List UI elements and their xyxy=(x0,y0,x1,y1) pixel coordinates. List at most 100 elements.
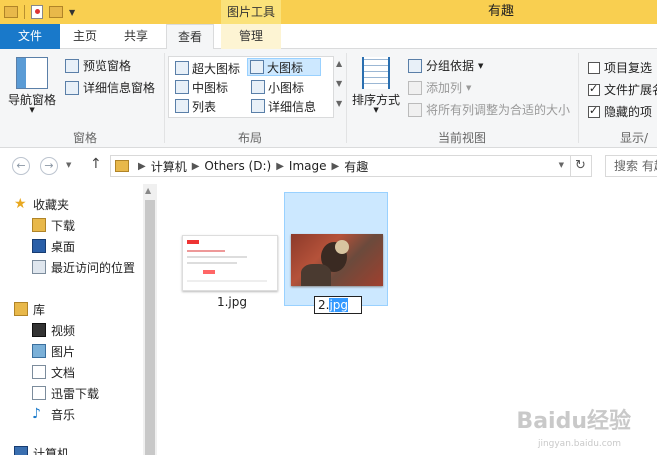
chevron-down-icon: ▼ xyxy=(478,61,484,70)
desktop-icon xyxy=(32,239,46,253)
search-input[interactable]: 搜索 有趣 xyxy=(605,155,657,177)
chevron-down-icon: ▼ xyxy=(373,106,379,114)
computer-icon xyxy=(14,446,28,455)
nav-documents[interactable]: 文档 xyxy=(32,362,75,382)
layout-more-icon[interactable]: ▼ xyxy=(336,99,342,108)
fit-columns-label: 将所有列调整为合适的大小 xyxy=(426,103,571,117)
nav-videos-label: 视频 xyxy=(51,323,76,338)
file-item[interactable]: 1.jpg xyxy=(180,192,284,309)
sort-by-button[interactable]: 排序方式 ▼ xyxy=(352,57,400,114)
nav-downloads[interactable]: 下载 xyxy=(32,215,75,235)
new-folder-icon[interactable] xyxy=(49,6,63,18)
breadcrumb-computer[interactable]: 计算机 xyxy=(151,158,187,175)
scroll-up-icon[interactable]: ▲ xyxy=(145,186,151,195)
layout-large-label: 大图标 xyxy=(267,60,304,75)
tab-view[interactable]: 查看 xyxy=(166,24,214,50)
tab-manage[interactable]: 管理 xyxy=(221,24,281,49)
file-extensions-toggle[interactable]: 文件扩展名 xyxy=(588,81,657,98)
nav-videos[interactable]: 视频 xyxy=(32,320,75,340)
video-icon xyxy=(32,323,46,337)
hidden-items-toggle[interactable]: 隐藏的项 xyxy=(588,103,652,120)
layout-gallery: 超大图标 大图标 中图标 小图标 列表 详细信息 xyxy=(168,56,334,118)
baidu-watermark: Baidu经验 xyxy=(516,409,631,434)
qat-divider xyxy=(24,5,25,19)
nav-pane-button[interactable]: 导航窗格 ▼ xyxy=(8,57,56,114)
file-thumbnail xyxy=(291,234,383,286)
breadcrumb-separator-icon[interactable]: ▶ xyxy=(133,161,151,172)
address-bar[interactable]: ▶ 计算机 ▶ Others (D:) ▶ Image ▶ 有趣 ▼ xyxy=(110,155,571,177)
nav-pane-scroll-thumb[interactable] xyxy=(145,200,155,455)
details-icon xyxy=(251,99,265,113)
add-column-button[interactable]: 添加列 ▼ xyxy=(408,79,471,96)
details-pane-button[interactable]: 详细信息窗格 xyxy=(65,79,155,96)
recent-locations-icon[interactable]: ▼ xyxy=(66,161,71,169)
layout-details[interactable]: 详细信息 xyxy=(249,97,318,115)
breadcrumb-image[interactable]: Image xyxy=(289,159,327,173)
properties-icon[interactable] xyxy=(31,5,43,19)
large-icons-icon xyxy=(250,60,264,74)
forward-arrow-icon[interactable]: → xyxy=(40,157,58,175)
nav-desktop[interactable]: 桌面 xyxy=(32,236,75,256)
refresh-icon[interactable]: ↻ xyxy=(570,155,592,177)
add-column-label: 添加列 xyxy=(426,81,463,95)
details-pane-label: 详细信息窗格 xyxy=(83,81,156,95)
layout-small-icons[interactable]: 小图标 xyxy=(249,78,306,96)
layout-details-label: 详细信息 xyxy=(268,99,317,114)
nav-libraries[interactable]: 库 xyxy=(14,299,45,319)
qat-dropdown-icon[interactable]: ▼ xyxy=(69,8,75,17)
file-name[interactable]: 1.jpg xyxy=(180,295,284,309)
nav-music-label: 音乐 xyxy=(51,407,76,422)
layout-list[interactable]: 列表 xyxy=(173,97,218,115)
layout-extra-large-icons[interactable]: 超大图标 xyxy=(173,59,242,77)
layout-medium-icons[interactable]: 中图标 xyxy=(173,78,230,96)
nav-computer[interactable]: 计算机 xyxy=(14,443,69,455)
file-extensions-checkbox[interactable] xyxy=(588,82,600,96)
navigation-bar: ← → ▼ ↑ ▶ 计算机 ▶ Others (D:) ▶ Image ▶ 有趣… xyxy=(0,148,657,184)
nav-computer-label: 计算机 xyxy=(33,446,70,455)
item-checkboxes-toggle[interactable]: 项目复选 xyxy=(588,59,652,76)
breadcrumb-separator-icon[interactable]: ▶ xyxy=(271,161,289,172)
nav-favorites[interactable]: ★ 收藏夹 xyxy=(14,194,69,214)
layout-scroll-up-icon[interactable]: ▲ xyxy=(336,59,342,68)
folder-icon xyxy=(115,160,129,172)
fit-columns-button[interactable]: 将所有列调整为合适的大小 xyxy=(408,101,570,118)
layout-large-icons[interactable]: 大图标 xyxy=(247,58,321,76)
nav-pane-scrollbar[interactable]: ▲ xyxy=(143,184,157,455)
preview-pane-button[interactable]: 预览窗格 xyxy=(65,57,131,74)
folder-icon xyxy=(4,6,18,18)
breadcrumb-current[interactable]: 有趣 xyxy=(344,158,368,175)
tab-file[interactable]: 文件 xyxy=(0,24,60,49)
nav-pictures[interactable]: 图片 xyxy=(32,341,75,361)
breadcrumb-drive-d[interactable]: Others (D:) xyxy=(204,159,271,173)
nav-desktop-label: 桌面 xyxy=(51,239,76,254)
rename-input[interactable]: 2.jpg xyxy=(314,296,362,314)
nav-favorites-label: 收藏夹 xyxy=(33,197,70,212)
ribbon: 导航窗格 ▼ 预览窗格 详细信息窗格 窗格 超大图标 大图标 中图标 小图标 列… xyxy=(0,49,657,148)
item-checkboxes-checkbox[interactable] xyxy=(588,61,600,74)
group-label-layout: 布局 xyxy=(237,131,262,145)
tab-home[interactable]: 主页 xyxy=(62,24,108,49)
tab-share[interactable]: 共享 xyxy=(112,24,160,49)
breadcrumb-separator-icon[interactable]: ▶ xyxy=(187,161,205,172)
baidu-watermark-url: jingyan.baidu.com xyxy=(537,439,621,449)
layout-extra-large-label: 超大图标 xyxy=(192,61,241,76)
hidden-items-checkbox[interactable] xyxy=(588,104,600,118)
nav-documents-label: 文档 xyxy=(51,365,76,380)
layout-scroll-down-icon[interactable]: ▼ xyxy=(336,79,342,88)
group-by-icon xyxy=(408,58,422,73)
file-item-selected[interactable]: 2.jpg xyxy=(284,192,388,314)
add-column-icon xyxy=(408,80,422,95)
group-by-button[interactable]: 分组依据 ▼ xyxy=(408,57,483,74)
nav-recent-label: 最近访问的位置 xyxy=(51,260,136,275)
nav-libraries-label: 库 xyxy=(33,302,46,317)
back-arrow-icon[interactable]: ← xyxy=(12,157,30,175)
nav-recent-places[interactable]: 最近访问的位置 xyxy=(32,257,135,277)
small-icons-icon xyxy=(251,80,265,94)
file-list-view: 1.jpg 2.jpg Baidu经验 jingyan.baidu.com xyxy=(160,184,657,455)
download-folder-icon xyxy=(32,218,46,232)
address-dropdown-icon[interactable]: ▼ xyxy=(559,161,564,169)
nav-thunder-downloads[interactable]: 迅雷下载 xyxy=(32,383,99,403)
breadcrumb-separator-icon[interactable]: ▶ xyxy=(327,161,345,172)
up-arrow-icon[interactable]: ↑ xyxy=(90,156,102,172)
nav-music[interactable]: ♪ 音乐 xyxy=(32,404,75,424)
